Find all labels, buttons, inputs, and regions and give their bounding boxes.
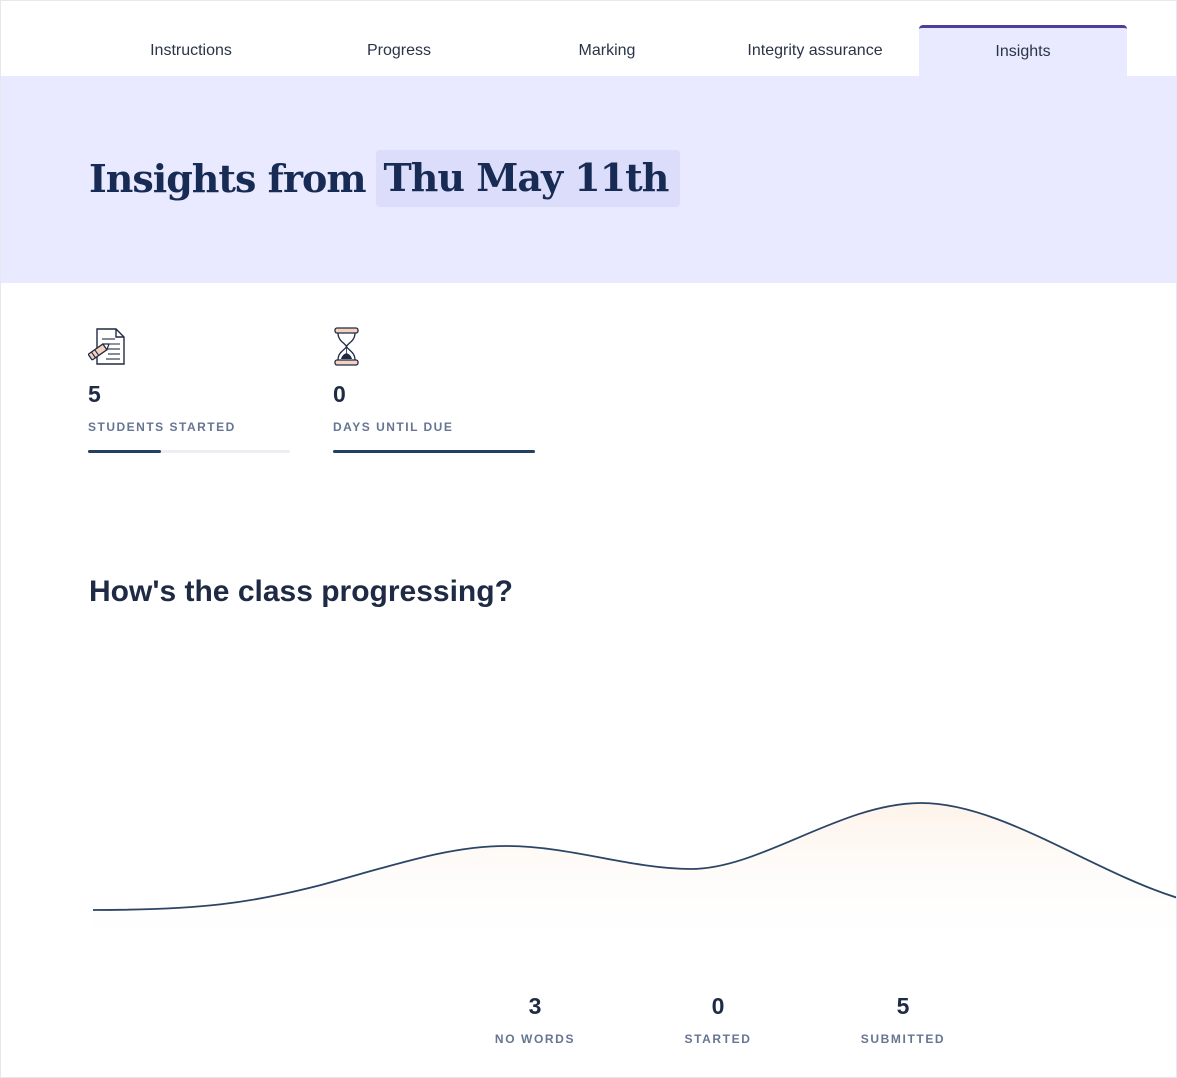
count-value: 3	[528, 993, 542, 1019]
hourglass-icon	[333, 327, 373, 367]
section-title: How's the class progressing?	[89, 575, 513, 608]
stat-progress-fill	[88, 450, 161, 453]
count-no-words: 3 NO WORDS	[475, 993, 595, 1046]
stat-progress-fill	[333, 450, 535, 453]
tab-insights[interactable]: Insights	[919, 25, 1127, 76]
page-title: Insights from Thu May 11th	[89, 150, 681, 207]
page-title-prefix: Insights from	[89, 156, 367, 201]
stat-value: 5	[88, 381, 101, 407]
count-label: STARTED	[684, 1032, 752, 1046]
document-pencil-icon	[87, 327, 128, 367]
stat-progress-track	[88, 450, 290, 453]
assignment-insights-page: Instructions Progress Marking Integrity …	[0, 0, 1177, 1078]
tab-progress[interactable]: Progress	[295, 25, 503, 76]
progress-curve-chart	[92, 802, 1176, 941]
count-value: 0	[711, 993, 725, 1019]
progress-curve-area	[93, 803, 1176, 941]
date-selector[interactable]: Thu May 11th	[375, 150, 681, 207]
tab-bar: Instructions Progress Marking Integrity …	[1, 1, 1176, 76]
stat-progress-track	[333, 450, 535, 453]
count-submitted: 5 SUBMITTED	[843, 993, 963, 1046]
stat-days-until-due: 0 DAYS UNTIL DUE	[333, 327, 535, 453]
insights-hero: Insights from Thu May 11th	[1, 76, 1176, 283]
stat-value: 0	[333, 381, 346, 407]
tab-instructions[interactable]: Instructions	[87, 25, 295, 76]
stat-students-started: 5 STUDENTS STARTED	[87, 327, 290, 453]
tab-marking[interactable]: Marking	[503, 25, 711, 76]
count-started: 0 STARTED	[658, 993, 778, 1046]
count-label: NO WORDS	[494, 1032, 576, 1046]
stat-label: DAYS UNTIL DUE	[333, 420, 454, 434]
tab-integrity-assurance[interactable]: Integrity assurance	[711, 25, 919, 76]
count-label: SUBMITTED	[860, 1032, 946, 1046]
stat-label: STUDENTS STARTED	[88, 420, 236, 434]
count-value: 5	[896, 993, 910, 1019]
